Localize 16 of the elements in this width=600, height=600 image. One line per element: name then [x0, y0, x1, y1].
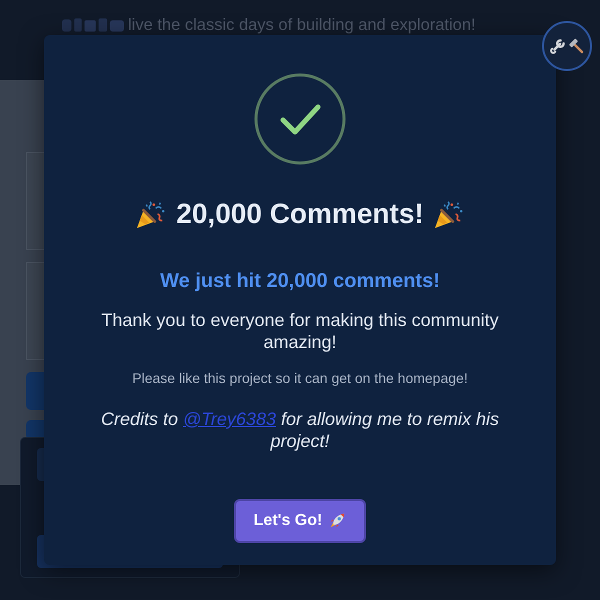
- dialog-title: 20,000 Comments!: [176, 197, 424, 231]
- credits-text: Credits to @Trey6383 for allowing me to remix his project!: [100, 408, 500, 452]
- wrench-icon: [550, 38, 566, 54]
- tagline-text: live the classic days of building and exploration!: [128, 16, 476, 34]
- message-text: Thank you to everyone for making this community amazing!: [100, 309, 500, 353]
- note-text: Please like this project so it can get on the homepage!: [132, 369, 468, 387]
- panel-bar: [26, 372, 44, 410]
- party-popper-icon: [434, 199, 464, 229]
- logo-drawing: [62, 17, 124, 33]
- lets-go-button[interactable]: Let's Go!: [234, 499, 366, 543]
- rocket-icon: [328, 512, 346, 530]
- check-circle-icon: [254, 73, 346, 165]
- party-popper-icon: [136, 199, 166, 229]
- tools-button[interactable]: [542, 21, 592, 71]
- hammer-icon: [568, 38, 584, 54]
- headline-text: We just hit 20,000 comments!: [160, 269, 440, 293]
